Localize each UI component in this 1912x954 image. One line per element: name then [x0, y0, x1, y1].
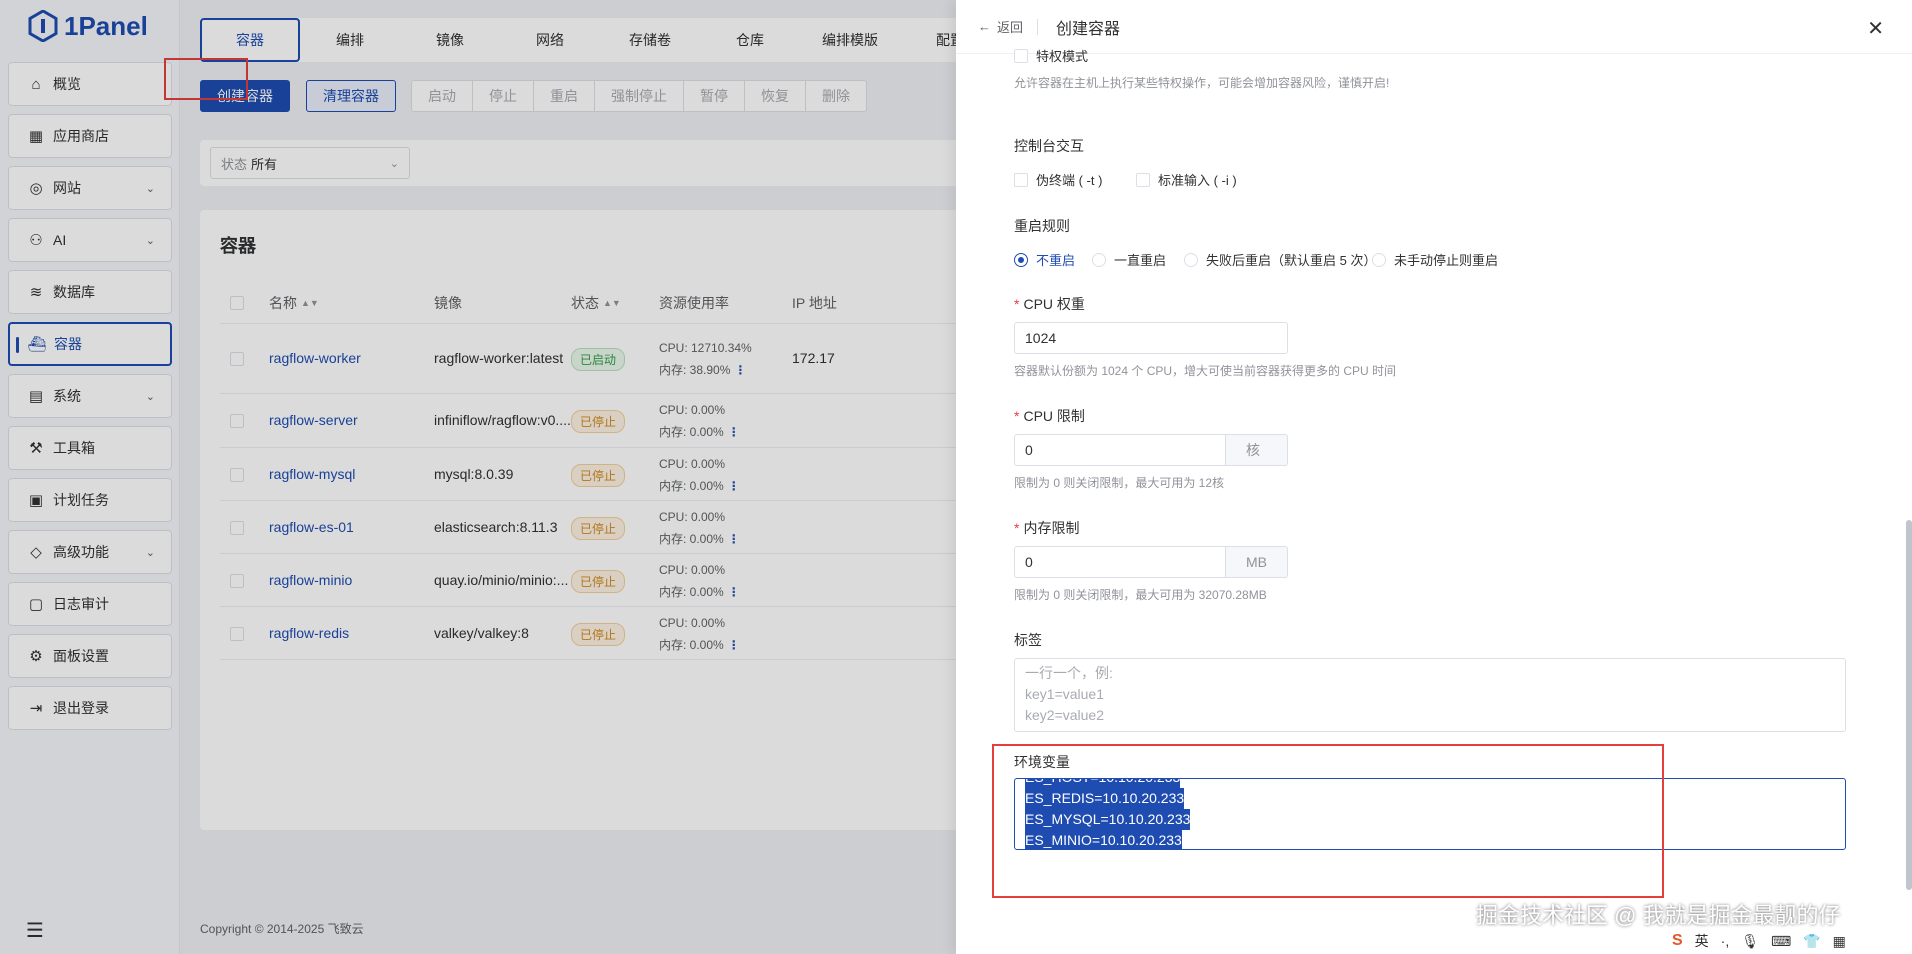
stdin-checkbox[interactable]: 标准输入 ( -i )	[1136, 170, 1237, 189]
cpu-weight-hint: 容器默认份额为 1024 个 CPU，增大可使当前容器获得更多的 CPU 时间	[1014, 364, 1397, 378]
memory-limit-hint: 限制为 0 则关闭限制，最大可用为 32070.28MB	[1014, 588, 1267, 602]
ime-taskbar: S 英 ·, 🎙 ⌨ 👕 ▦	[1664, 928, 1912, 954]
memory-limit-input[interactable]: 0	[1014, 546, 1226, 578]
env-line: ES_HOST=10.10.20.233	[1025, 779, 1181, 788]
ime-language[interactable]: 英	[1695, 931, 1709, 951]
drawer-title: 创建容器	[1056, 20, 1121, 38]
restart-option-3[interactable]: 未手动停止则重启	[1372, 250, 1498, 269]
arrow-left-icon: ←	[978, 19, 991, 34]
cpu-weight-label: * CPU 权重	[1014, 296, 1085, 312]
close-icon[interactable]: ✕	[1867, 16, 1884, 41]
keyboard-icon[interactable]: ⌨	[1771, 933, 1791, 950]
restart-policy-label: 重启规则	[1014, 218, 1070, 234]
tty-checkbox[interactable]: 伪终端 ( -t )	[1014, 170, 1102, 189]
cpu-limit-label: * CPU 限制	[1014, 408, 1085, 424]
back-label: 返回	[997, 20, 1024, 35]
radio-icon	[1372, 252, 1386, 267]
skin-icon[interactable]: 👕	[1803, 933, 1820, 950]
microphone-icon[interactable]: 🎙	[1741, 933, 1759, 950]
radio-icon	[1092, 252, 1106, 267]
labels-textarea[interactable]: 一行一个，例: key1=value1 key2=value2	[1014, 658, 1846, 732]
radio-icon	[1184, 252, 1198, 267]
memory-limit-unit: MB	[1226, 546, 1288, 578]
back-button[interactable]: ← 返回	[978, 17, 1023, 36]
env-line: ES_REDIS=10.10.20.233	[1025, 788, 1185, 809]
restart-option-2[interactable]: 失败后重启（默认重启 5 次）	[1184, 250, 1376, 269]
cpu-weight-input[interactable]: 1024	[1014, 322, 1288, 354]
restart-option-0[interactable]: 不重启	[1014, 250, 1075, 269]
create-container-drawer: ← 返回 创建容器 ✕ 特权模式 允许容器在主机上执行某些特权操作，可能会增加容…	[956, 0, 1912, 954]
drawer-scrollbar[interactable]	[1906, 520, 1912, 890]
cpu-limit-unit: 核	[1226, 434, 1288, 466]
privileged-checkbox[interactable]: 特权模式	[1014, 46, 1088, 65]
radio-icon	[1014, 252, 1028, 267]
header-divider	[1037, 18, 1039, 35]
cpu-limit-hint: 限制为 0 则关闭限制，最大可用为 12核	[1014, 476, 1225, 490]
punctuation-icon[interactable]: ·,	[1721, 933, 1730, 949]
privileged-hint: 允许容器在主机上执行某些特权操作，可能会增加容器风险，谨慎开启!	[1014, 76, 1390, 90]
drawer-overlay[interactable]	[0, 0, 956, 954]
console-label: 控制台交互	[1014, 138, 1084, 154]
sogou-ime-icon[interactable]: S	[1672, 932, 1683, 950]
env-textarea[interactable]: ES_HOST=10.10.20.233ES_REDIS=10.10.20.23…	[1014, 778, 1846, 850]
env-line: ES_MINIO=10.10.20.233	[1025, 830, 1182, 849]
cpu-limit-input[interactable]: 0	[1014, 434, 1226, 466]
toolbox-icon[interactable]: ▦	[1833, 933, 1846, 950]
env-label: 环境变量	[1014, 754, 1070, 770]
memory-limit-label: * 内存限制	[1014, 520, 1080, 536]
env-line: ES_MYSQL=10.10.20.233	[1025, 809, 1191, 830]
drawer-header: ← 返回 创建容器 ✕	[956, 0, 1912, 54]
watermark-text: 掘金技术社区 @ 我就是掘金最靓的仔	[1476, 903, 1841, 928]
labels-label: 标签	[1014, 632, 1042, 648]
restart-option-1[interactable]: 一直重启	[1092, 250, 1166, 269]
